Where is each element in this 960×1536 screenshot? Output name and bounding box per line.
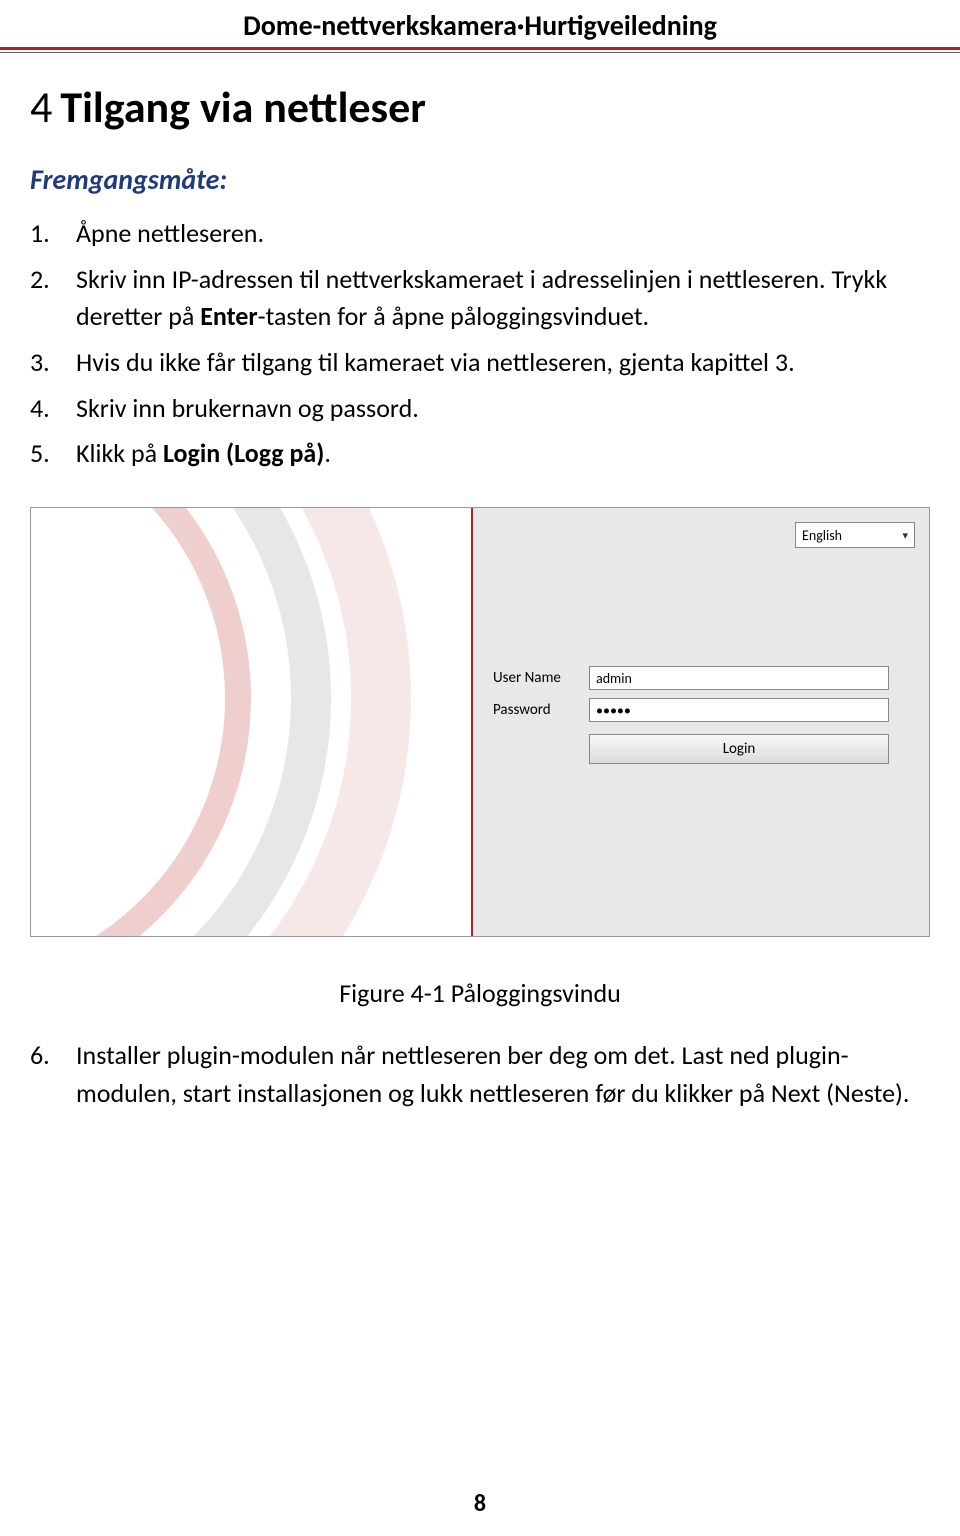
procedure-label: Fremgangsmåte:: [30, 162, 930, 197]
section-number: 4: [30, 80, 52, 134]
figure-caption: Figure 4-1 Påloggingsvindu: [30, 977, 930, 1009]
section-heading: 4Tilgang via nettleser: [30, 80, 930, 134]
step-text: Skriv inn brukernavn og passord.: [76, 390, 930, 428]
section-title: Tilgang via nettleser: [60, 80, 426, 134]
page-number: 8: [0, 1489, 960, 1518]
login-button[interactable]: Login: [589, 734, 889, 764]
step-text: Skriv inn IP-adressen til nettverkskamer…: [76, 261, 930, 336]
steps-list: 1. Åpne nettleseren. 2. Skriv inn IP-adr…: [30, 215, 930, 473]
username-label: User Name: [493, 669, 589, 687]
chevron-down-icon: ▾: [902, 529, 908, 542]
username-input[interactable]: [589, 666, 889, 690]
step-number: 1.: [30, 215, 76, 253]
steps-list-continued: 6. Installer plugin-modulen når nettlese…: [30, 1037, 930, 1112]
language-select[interactable]: English ▾: [795, 522, 915, 548]
language-value: English: [802, 527, 842, 544]
step-number: 3.: [30, 344, 76, 382]
step-number: 2.: [30, 261, 76, 336]
step-5: 5. Klikk på Login (Logg på).: [30, 435, 930, 473]
password-input[interactable]: [589, 698, 889, 722]
step-text: Åpne nettleseren.: [76, 215, 930, 253]
password-label: Password: [493, 701, 589, 719]
step-number: 5.: [30, 435, 76, 473]
step-6: 6. Installer plugin-modulen når nettlese…: [30, 1037, 930, 1112]
header-rule-thin: [0, 52, 960, 53]
step-text: Installer plugin-modulen når nettleseren…: [76, 1037, 930, 1112]
step-number: 6.: [30, 1037, 76, 1112]
step-1: 1. Åpne nettleseren.: [30, 215, 930, 253]
step-3: 3. Hvis du ikke får tilgang til kameraet…: [30, 344, 930, 382]
page-content: 4Tilgang via nettleser Fremgangsmåte: 1.…: [0, 56, 960, 1121]
step-number: 4.: [30, 390, 76, 428]
username-row: User Name: [493, 666, 889, 690]
header-rule-red: [0, 47, 960, 50]
login-panel: English ▾ User Name Password Login: [473, 508, 929, 936]
header-product: Dome-nettverkskamera: [243, 8, 517, 43]
header-doc: Hurtigveiledning: [524, 8, 716, 43]
login-screenshot: English ▾ User Name Password Login: [30, 507, 930, 937]
password-row: Password: [493, 698, 889, 722]
page-header: Dome-nettverkskamera·Hurtigveiledning: [0, 0, 960, 53]
step-4: 4. Skriv inn brukernavn og passord.: [30, 390, 930, 428]
step-2: 2. Skriv inn IP-adressen til nettverkska…: [30, 261, 930, 336]
step-text: Hvis du ikke får tilgang til kameraet vi…: [76, 344, 930, 382]
step-text: Klikk på Login (Logg på).: [76, 435, 930, 473]
